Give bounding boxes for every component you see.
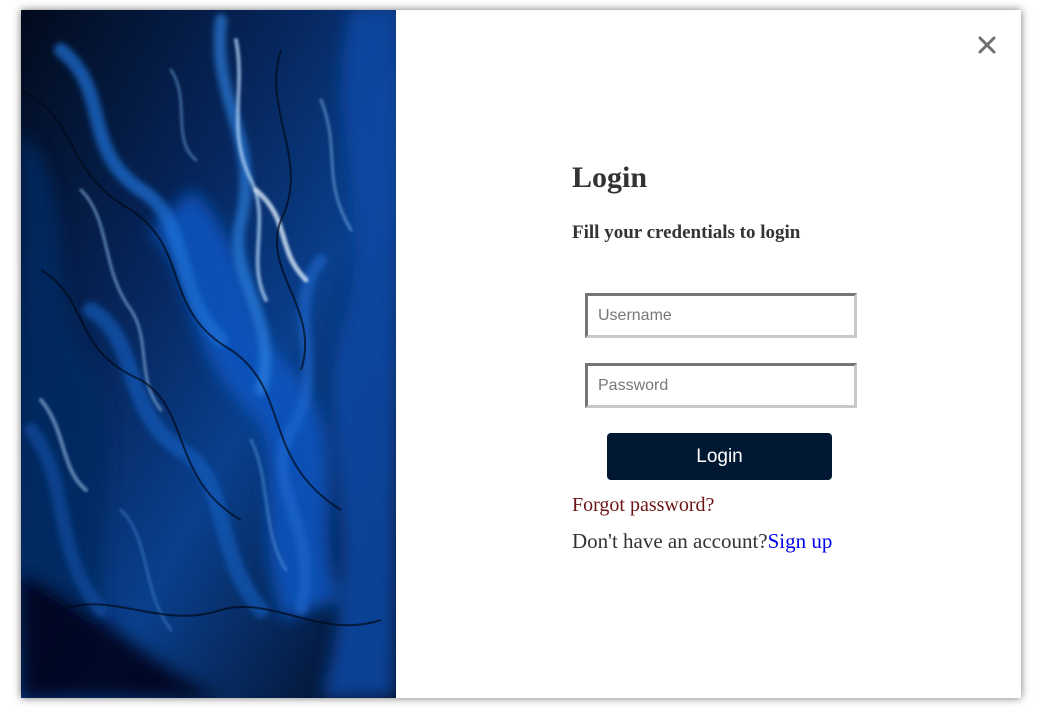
login-button[interactable]: Login <box>607 433 832 480</box>
forgot-password-link[interactable]: Forgot password? <box>572 493 714 517</box>
abstract-blue-image <box>21 10 396 698</box>
login-title: Login <box>572 161 648 194</box>
close-button[interactable] <box>974 32 1000 58</box>
login-subtitle: Fill your credentials to login <box>572 222 801 243</box>
close-icon <box>978 36 996 54</box>
signup-line: Don't have an account?Sign up <box>572 528 832 554</box>
password-input[interactable] <box>585 363 857 408</box>
signup-link[interactable]: Sign up <box>768 529 833 553</box>
login-modal: Login Fill your credentials to login Log… <box>21 10 1021 698</box>
signup-prompt: Don't have an account? <box>572 529 768 553</box>
username-input[interactable] <box>585 293 857 338</box>
